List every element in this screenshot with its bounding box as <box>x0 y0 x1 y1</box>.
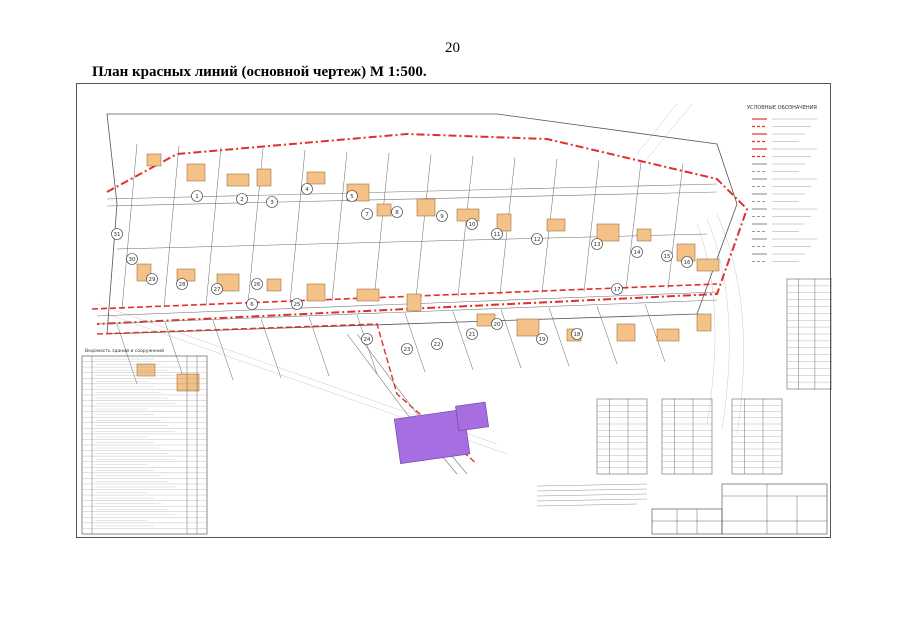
plot-number-22: 22 <box>431 338 443 350</box>
building <box>136 363 156 377</box>
plot-number-21: 21 <box>466 328 478 340</box>
plot-number-3: 3 <box>266 196 278 208</box>
plan-svg: 1 2 34567 891011121314151617181920212223242… <box>81 103 832 535</box>
plot-number-23: 23 <box>401 343 413 355</box>
legend-block: УСЛОВНЫЕ ОБОЗНАЧЕНИЯ <box>747 105 817 262</box>
building <box>416 198 436 217</box>
svg-text:12: 12 <box>534 237 541 243</box>
svg-text:27: 27 <box>214 287 221 293</box>
plot-number-24: 24 <box>361 333 373 345</box>
plot-number-31: 31 <box>111 228 123 240</box>
svg-text:8: 8 <box>395 210 399 216</box>
plot-number-17: 17 <box>611 283 623 295</box>
svg-text:4: 4 <box>305 187 309 193</box>
planned-buildings <box>393 401 490 464</box>
svg-text:13: 13 <box>594 242 601 248</box>
svg-text:17: 17 <box>614 287 621 293</box>
plot-number-18: 18 <box>571 328 583 340</box>
plot-number-12: 12 <box>531 233 543 245</box>
building <box>226 173 250 187</box>
plot-number-30: 30 <box>126 253 138 265</box>
building <box>696 258 720 272</box>
svg-text:26: 26 <box>254 282 261 288</box>
plot-number-7: 7 <box>361 208 373 220</box>
svg-text:10: 10 <box>469 222 476 228</box>
svg-text:9: 9 <box>440 214 444 220</box>
buildings-group <box>136 153 720 392</box>
svg-text:21: 21 <box>469 332 476 338</box>
plot-number-2: 2 <box>236 193 248 205</box>
legend-title: УСЛОВНЫЕ ОБОЗНАЧЕНИЯ <box>747 105 817 111</box>
building <box>266 278 282 292</box>
svg-text:1: 1 <box>195 194 199 200</box>
svg-text:2: 2 <box>240 197 244 203</box>
svg-text:15: 15 <box>664 254 671 260</box>
svg-text:7: 7 <box>365 212 369 218</box>
svg-text:14: 14 <box>634 250 641 256</box>
plot-number-11: 11 <box>491 228 503 240</box>
plot-number-27: 27 <box>211 283 223 295</box>
plot-number-4: 4 <box>301 183 313 195</box>
building <box>616 323 636 342</box>
register-table-title: Ведомость зданий и сооружений <box>85 347 164 354</box>
svg-text:23: 23 <box>404 347 411 353</box>
planned-building <box>455 401 490 432</box>
plot-number-10: 10 <box>466 218 478 230</box>
coordinate-tables <box>596 278 832 475</box>
plot-number-8: 8 <box>391 206 403 218</box>
svg-text:16: 16 <box>684 260 691 266</box>
svg-text:24: 24 <box>364 337 371 343</box>
title-block <box>651 483 828 535</box>
svg-text:6: 6 <box>250 302 254 308</box>
plot-number-labels: 1 2 34567 891011121314151617181920212223242… <box>111 183 693 355</box>
building <box>406 293 422 312</box>
building <box>256 168 272 187</box>
building <box>496 213 512 232</box>
building <box>306 171 326 185</box>
plot-number-5: 5 <box>346 190 358 202</box>
svg-text:28: 28 <box>179 282 186 288</box>
plot-number-28: 28 <box>176 278 188 290</box>
red-lines-plan-drawing: 1 2 3 4 5 6 7 8 9 10 11 12 13 14 15 16 17 18 19 20 21 22 23 24 2… <box>76 83 832 538</box>
building <box>186 163 206 182</box>
plot-number-19: 19 <box>536 333 548 345</box>
plot-number-26: 26 <box>251 278 263 290</box>
document-title: План красных линий (основной чертеж) М 1… <box>92 64 427 80</box>
svg-text:3: 3 <box>270 200 274 206</box>
svg-text:29: 29 <box>149 277 156 283</box>
building <box>146 153 162 167</box>
plot-number-25: 25 <box>291 298 303 310</box>
plot-number-6: 6 <box>246 298 258 310</box>
building <box>456 208 480 222</box>
svg-text:19: 19 <box>539 337 546 343</box>
building <box>376 203 392 217</box>
building <box>176 373 200 392</box>
svg-text:22: 22 <box>434 342 441 348</box>
plot-number-13: 13 <box>591 238 603 250</box>
building <box>656 328 680 342</box>
plot-number-14: 14 <box>631 246 643 258</box>
building <box>516 318 540 337</box>
plot-number-16: 16 <box>681 256 693 268</box>
building <box>306 283 326 302</box>
building <box>356 288 380 302</box>
svg-text:20: 20 <box>494 322 501 328</box>
plot-number-9: 9 <box>436 210 448 222</box>
plot-number-15: 15 <box>661 250 673 262</box>
building <box>636 228 652 242</box>
building <box>596 223 620 242</box>
building <box>546 218 566 232</box>
svg-text:18: 18 <box>574 332 581 338</box>
plot-number-1: 1 <box>191 190 203 202</box>
svg-text:5: 5 <box>350 194 354 200</box>
plot-number-20: 20 <box>491 318 503 330</box>
page-number: 20 <box>445 40 460 56</box>
notes-text-block <box>536 483 648 507</box>
svg-text:25: 25 <box>294 302 301 308</box>
svg-text:11: 11 <box>494 232 501 238</box>
svg-text:30: 30 <box>129 257 136 263</box>
svg-text:31: 31 <box>114 232 121 238</box>
plot-number-29: 29 <box>146 273 158 285</box>
building <box>696 313 712 332</box>
